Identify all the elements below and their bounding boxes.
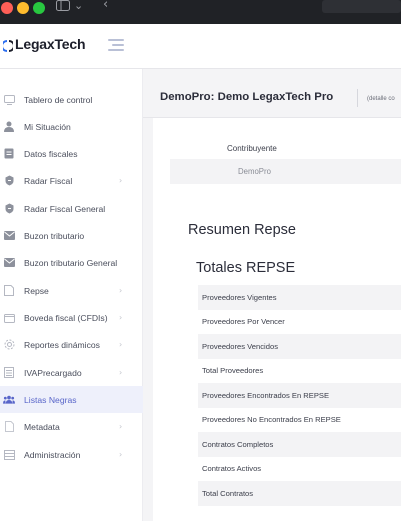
sidebar-item[interactable]: Radar Fiscal General — [0, 195, 143, 222]
chevron-right-icon: › — [119, 313, 123, 322]
minimize-window-button[interactable] — [17, 2, 29, 14]
row-label: Proveedores Encontrados En REPSE — [202, 390, 330, 400]
chevron-right-icon: › — [119, 368, 123, 377]
sidebar-item-label: Radar Fiscal — [24, 175, 73, 186]
chevron-right-icon: › — [119, 340, 123, 349]
maximize-window-button[interactable] — [33, 2, 45, 14]
page-icon — [3, 421, 15, 433]
totales-heading: Totales REPSE — [196, 260, 296, 276]
sidebar-item[interactable]: Administración › — [0, 441, 143, 468]
gear-icon — [3, 339, 15, 351]
brand-logo-text: LegaxTech — [15, 36, 86, 52]
table-row: Contratos Completos — [198, 432, 401, 457]
row-label: Total Contratos — [202, 488, 254, 498]
sidebar-toggle-icon[interactable] — [56, 0, 70, 14]
sidebar-item[interactable]: Buzon tributario — [0, 222, 143, 249]
contribuyente-cell: DemoPro — [170, 159, 401, 184]
address-bar[interactable] — [322, 0, 401, 13]
chevron-right-icon: › — [119, 176, 123, 185]
close-window-button[interactable] — [1, 2, 13, 14]
sidebar-item[interactable]: Mi Situación — [0, 113, 143, 140]
chevron-right-icon: › — [119, 422, 123, 431]
row-label: Proveedores Vigentes — [202, 292, 277, 302]
sidebar: Tablero de control Mi Situación Datos fisc… — [0, 69, 143, 521]
row-label: Contratos Activos — [202, 464, 262, 474]
row-label: Proveedores Por Vencer — [202, 317, 285, 327]
sidebar-item[interactable]: Repse › — [0, 277, 143, 304]
table-row: Proveedores Por Vencer — [198, 310, 401, 335]
document-icon — [3, 285, 15, 297]
sidebar-item-label: Boveda fiscal (CFDIs) — [24, 312, 108, 323]
detail-link[interactable]: (detalle co — [367, 96, 395, 102]
content-card: Contribuyente DemoPro Resumen Repse Tota… — [153, 118, 401, 521]
sidebar-item[interactable]: Boveda fiscal (CFDIs) › — [0, 304, 143, 331]
table-row: Proveedores Vigentes — [198, 285, 401, 310]
sidebar-item-label: IVAPrecargado — [24, 367, 82, 378]
logo-icon — [3, 40, 13, 52]
chevron-down-icon[interactable]: ⌄ — [74, 0, 83, 13]
file-icon — [3, 148, 15, 160]
radar-icon — [3, 175, 15, 187]
menu-toggle-icon[interactable] — [108, 39, 124, 53]
resumen-heading: Resumen Repse — [188, 222, 296, 238]
table-row: Proveedores Encontrados En REPSE — [198, 383, 401, 408]
back-arrow-icon[interactable]: ‹ — [103, 0, 108, 12]
chevron-right-icon: › — [119, 450, 123, 459]
row-label: Contratos Completos — [202, 439, 274, 449]
browser-titlebar: ⌄ ‹ — [0, 0, 401, 24]
table-row: Total Proveedores — [198, 359, 401, 384]
sidebar-item-label: Metadata — [24, 421, 60, 432]
sidebar-item[interactable]: IVAPrecargado › — [0, 359, 143, 386]
app-header: LegaxTech — [0, 24, 401, 69]
row-label: Proveedores Vencidos — [202, 341, 278, 351]
table-row: Contratos Activos — [198, 457, 401, 482]
row-label: Total Proveedores — [202, 366, 264, 376]
contribuyente-value: DemoPro — [238, 167, 271, 176]
page-title: DemoPro: Demo LegaxTech Pro — [160, 91, 334, 103]
radar-icon — [3, 203, 15, 215]
sidebar-item-label: Buzon tributario — [24, 230, 85, 241]
contribuyente-header: Contribuyente — [227, 144, 277, 153]
users-icon — [3, 394, 15, 406]
sidebar-item-label: Repse — [24, 285, 49, 296]
vault-icon — [3, 312, 15, 324]
monitor-icon — [3, 94, 15, 106]
sidebar-item-label: Administración — [24, 449, 81, 460]
table-row: Proveedores Vencidos — [198, 334, 401, 359]
sidebar-item[interactable]: Metadata › — [0, 413, 143, 440]
sidebar-item-label: Datos fiscales — [24, 148, 78, 159]
chevron-right-icon: › — [119, 286, 123, 295]
sidebar-item-label: Radar Fiscal General — [24, 203, 106, 214]
sidebar-item[interactable]: Radar Fiscal › — [0, 167, 143, 194]
row-label: Proveedores No Encontrados En REPSE — [202, 415, 341, 425]
sidebar-item[interactable]: Tablero de control — [0, 86, 143, 113]
sidebar-item[interactable]: Listas Negras — [0, 386, 143, 413]
user-icon — [3, 121, 15, 133]
sidebar-item-label: Listas Negras — [24, 394, 77, 405]
sidebar-item-label: Mi Situación — [24, 121, 71, 132]
sidebar-item-label: Reportes dinámicos — [24, 339, 100, 350]
page-header: DemoPro: Demo LegaxTech Pro (detalle co — [143, 69, 401, 118]
table-row: Total Contratos — [198, 481, 401, 506]
list-icon — [3, 367, 15, 379]
sidebar-item[interactable]: Datos fiscales — [0, 140, 143, 167]
table-row: Proveedores No Encontrados En REPSE — [198, 408, 401, 433]
mail-icon — [3, 230, 15, 242]
mail-icon — [3, 257, 15, 269]
totales-table: Proveedores Vigentes Proveedores Por Venc… — [198, 285, 401, 506]
table-icon — [3, 449, 15, 461]
sidebar-item[interactable]: Buzon tributario General — [0, 249, 143, 276]
sidebar-item-label: Tablero de control — [24, 94, 93, 105]
header-divider — [357, 89, 358, 107]
sidebar-item-label: Buzon tributario General — [24, 257, 118, 268]
sidebar-item[interactable]: Reportes dinámicos › — [0, 331, 143, 358]
